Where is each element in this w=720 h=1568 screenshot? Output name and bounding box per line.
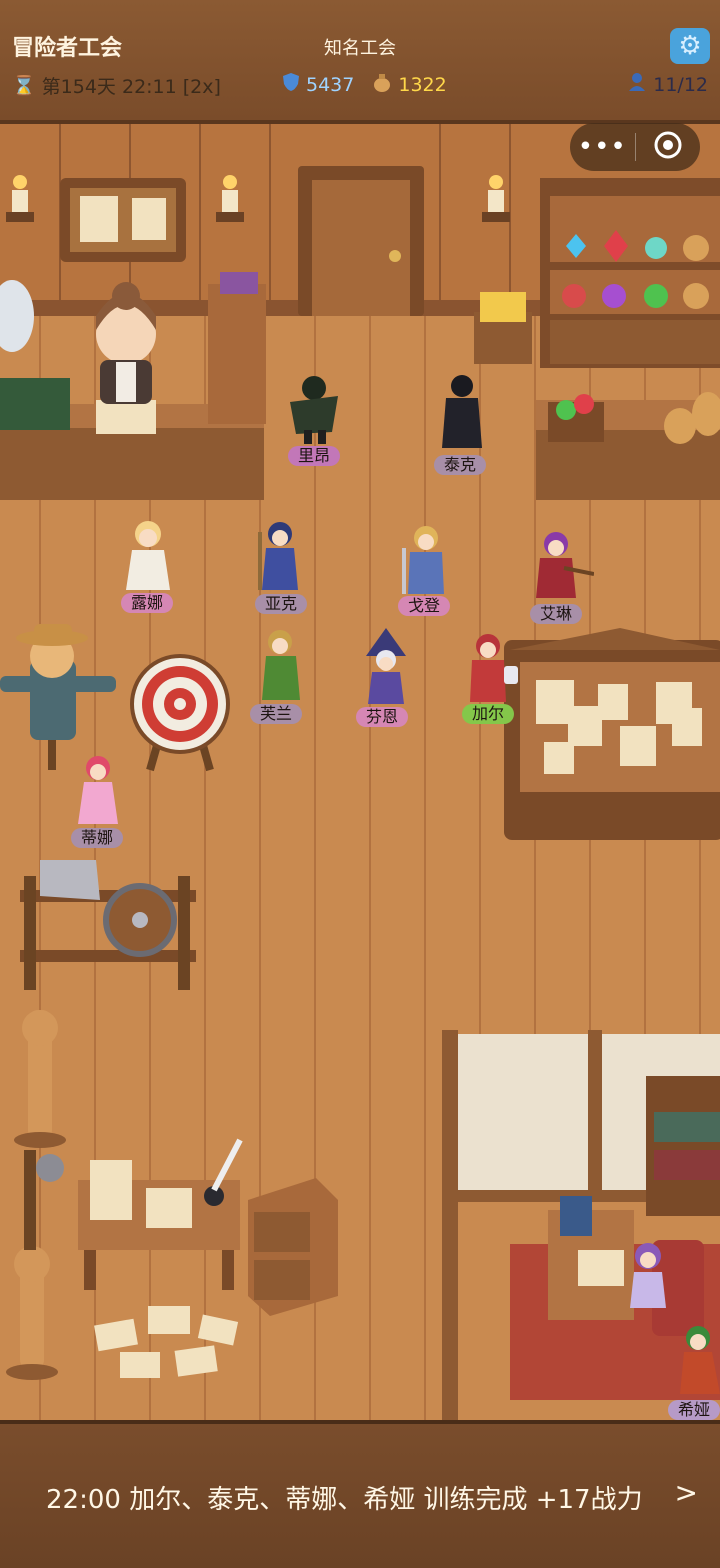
character-tek[interactable] [432, 372, 492, 454]
tek-sprite [442, 375, 482, 448]
character-ark[interactable] [252, 518, 308, 592]
day-time: ⌛ 第154天 22:11 [2x] [12, 72, 221, 99]
luna-sprite [126, 521, 170, 590]
nameplate[interactable]: 芬恩 [355, 707, 409, 727]
tina-sprite [78, 756, 118, 824]
close-miniprogram-button[interactable] [636, 123, 701, 171]
more-dots-icon: ••• [577, 132, 627, 162]
shield-icon [282, 72, 300, 97]
filing-cabinet[interactable] [248, 1178, 338, 1316]
xia-sprite [680, 1326, 720, 1394]
nameplate[interactable]: 芙兰 [249, 704, 303, 724]
person-icon [627, 72, 647, 97]
log-next-button[interactable]: > [675, 1476, 698, 1509]
shield-stat: 5437 [282, 72, 354, 97]
purple-npc-sprite [630, 1243, 666, 1308]
character-erin[interactable] [514, 528, 595, 602]
nameplate[interactable]: 里昂 [287, 446, 341, 466]
nameplate[interactable]: 艾琳 [529, 604, 583, 624]
character-luna[interactable] [118, 518, 178, 592]
population-value: 11/12 [653, 73, 708, 96]
event-log-bar[interactable]: 22:00 加尔、泰克、蒂娜、希娅 训练完成 +17战力 > [0, 1420, 720, 1568]
nameplate[interactable]: 蒂娜 [70, 828, 124, 848]
ark-sprite [258, 522, 298, 590]
gear-icon: ⚙ [678, 31, 702, 61]
miniprogram-capsule: ••• [570, 123, 700, 171]
gordon-sprite [402, 526, 444, 594]
population-stat: 11/12 [627, 72, 708, 97]
character-receptionist-purple[interactable] [622, 1240, 672, 1310]
item-shelf[interactable] [540, 178, 720, 368]
target-circle-icon [654, 131, 682, 163]
guild-rank: 知名工会 [324, 38, 396, 59]
nameplate[interactable]: 露娜 [120, 593, 174, 613]
nameplate[interactable]: 加尔 [461, 704, 515, 724]
character-xia[interactable] [668, 1322, 720, 1396]
fran-sprite [262, 630, 300, 700]
character-fran[interactable] [250, 626, 314, 704]
erin-sprite [536, 532, 595, 598]
gold-value: 1322 [398, 73, 447, 96]
nameplate[interactable]: 亚克 [254, 594, 308, 614]
leon-sprite [290, 376, 338, 444]
money-bag-icon [372, 72, 392, 97]
garl-sprite [470, 634, 518, 702]
character-finn[interactable] [354, 628, 418, 706]
finn-sprite [366, 628, 406, 704]
nameplate[interactable]: 希娅 [667, 1400, 720, 1420]
character-garl[interactable] [458, 630, 520, 704]
quest-board[interactable] [504, 628, 720, 840]
gold-crate[interactable] [474, 292, 532, 364]
hourglass-icon: ⌛ [12, 75, 36, 97]
resource-stats: 5437 1322 [282, 72, 447, 97]
nameplate[interactable]: 戈登 [397, 596, 451, 616]
character-leon[interactable] [276, 372, 346, 444]
wall-notice-frame [60, 178, 186, 262]
shield-value: 5437 [306, 73, 355, 96]
top-hud: 冒险者工会 知名工会 ⚙ ⌛ 第154天 22:11 [2x] 5437 132… [0, 0, 720, 124]
character-tina[interactable] [68, 752, 126, 826]
guild-door[interactable] [298, 166, 424, 316]
more-menu-button[interactable]: ••• [570, 123, 635, 171]
nameplate[interactable]: 泰克 [433, 455, 487, 475]
merchant-counter[interactable] [536, 392, 720, 500]
day-time-text: 第154天 22:11 [2x] [41, 76, 221, 98]
settings-button[interactable]: ⚙ [670, 28, 710, 64]
event-log-message: 22:00 加尔、泰克、蒂娜、希娅 训练完成 +17战力 [46, 1485, 643, 1515]
gold-stat: 1322 [372, 72, 447, 97]
character-gordon[interactable] [396, 522, 456, 596]
